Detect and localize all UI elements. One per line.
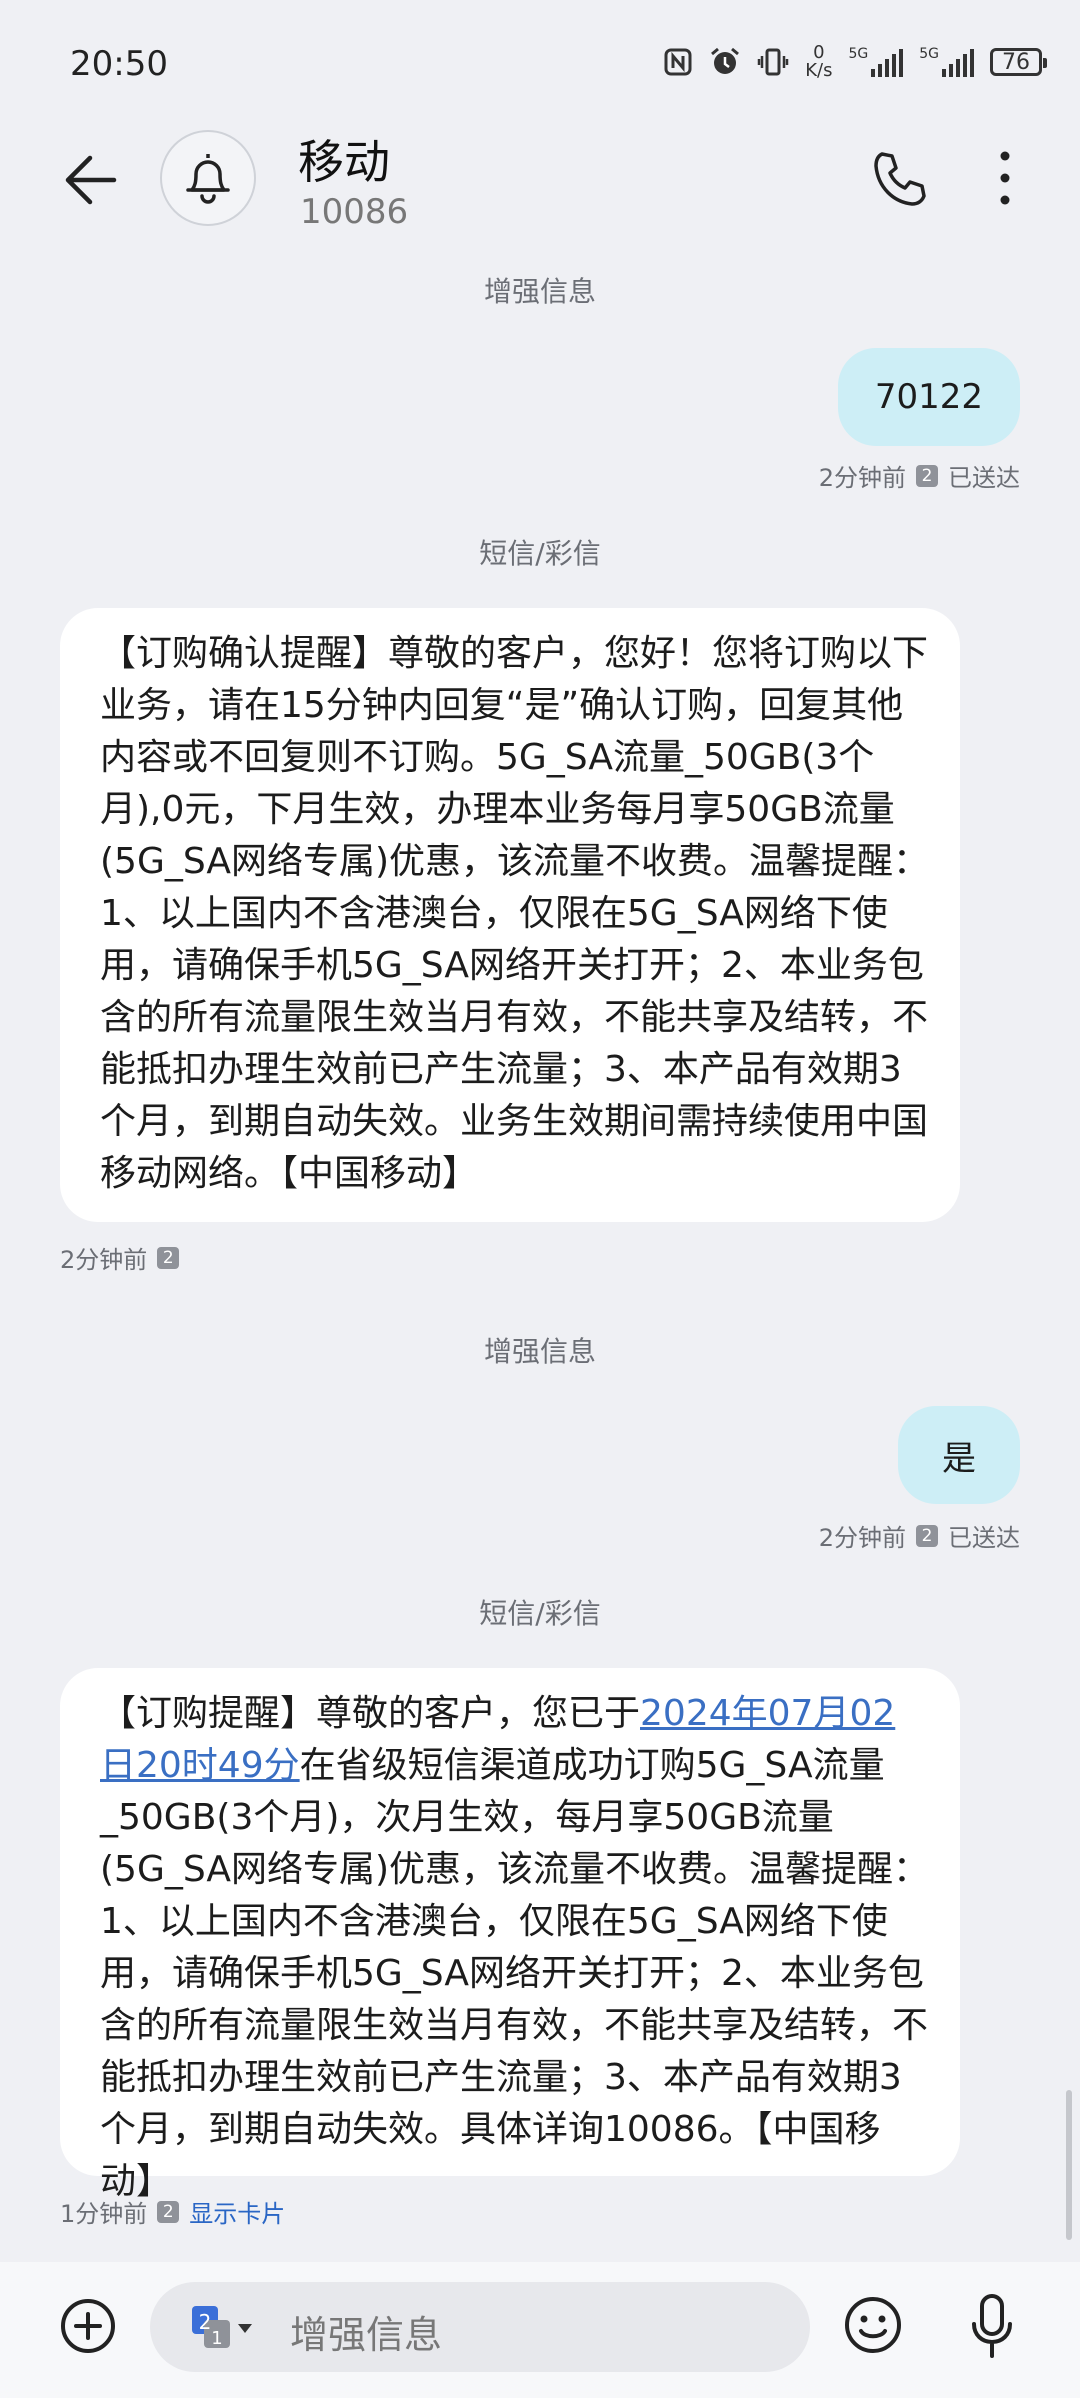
message-meta: 2分钟前 2 已送达 — [819, 458, 1020, 493]
compose-bar: 2 1 增强信息 — [0, 2262, 1080, 2398]
sim-badge: 2 — [916, 464, 938, 487]
chevron-down-icon — [238, 2324, 252, 2333]
show-card-link[interactable]: 显示卡片 — [189, 2194, 285, 2229]
sim-badge: 2 — [157, 2200, 180, 2223]
bell-icon — [186, 154, 230, 204]
outgoing-message[interactable]: 70122 — [838, 348, 1020, 446]
vibrate-icon — [757, 48, 789, 76]
incoming-message[interactable]: 【订购提醒】尊敬的客户，您已于2024年07月02日20时49分在省级短信渠道成… — [60, 1668, 960, 2202]
nfc-icon — [664, 48, 692, 76]
sim-card-icon: 2 1 — [192, 2306, 252, 2349]
message-type-label: 短信/彩信 — [479, 537, 601, 570]
emoji-icon[interactable] — [842, 2294, 904, 2356]
phone-icon[interactable] — [868, 148, 932, 212]
back-arrow-icon[interactable] — [60, 150, 120, 210]
contact-name: 移动 — [298, 135, 390, 189]
status-bar: 20:50 0 K/s 5G 5G 76 — [0, 0, 1080, 120]
message-meta: 2分钟前 2 已送达 — [819, 1518, 1020, 1553]
more-options-icon[interactable] — [990, 146, 1020, 210]
message-meta: 2分钟前 2 — [60, 1240, 180, 1275]
add-icon[interactable] — [58, 2296, 118, 2356]
message-type-label: 增强信息 — [483, 275, 596, 308]
scrollbar[interactable] — [1066, 2090, 1072, 2240]
sim-badge: 2 — [157, 1246, 180, 1269]
input-placeholder: 增强信息 — [290, 2313, 443, 2357]
message-type-label: 增强信息 — [483, 1335, 596, 1368]
microphone-icon[interactable] — [968, 2292, 1016, 2362]
outgoing-message[interactable]: 是 — [898, 1406, 1020, 1504]
battery-icon: 76 — [990, 48, 1047, 76]
status-time: 20:50 — [70, 44, 168, 84]
avatar[interactable] — [160, 130, 256, 226]
signal-sim1-icon: 5G — [848, 47, 904, 77]
message-type-label: 短信/彩信 — [479, 1597, 601, 1630]
message-meta: 1分钟前 2 显示卡片 — [60, 2194, 285, 2229]
signal-sim2-icon: 5G — [919, 47, 974, 77]
conversation-header: 移动 10086 — [0, 120, 1080, 240]
incoming-message[interactable]: 【订购确认提醒】尊敬的客户，您好！您将订购以下业务，请在15分钟内回复“是”确认… — [60, 608, 960, 1222]
delivery-status: 已送达 — [948, 464, 1020, 492]
status-icons: 0 K/s 5G 5G 76 — [663, 42, 1047, 81]
delivery-status: 已送达 — [948, 1524, 1020, 1552]
sim-selector[interactable]: 2 1 — [190, 2304, 264, 2350]
contact-number: 10086 — [300, 192, 409, 232]
sim-badge: 2 — [916, 1524, 938, 1547]
svg-text:1: 1 — [211, 2328, 222, 2349]
message-input[interactable]: 2 1 增强信息 — [150, 2282, 810, 2372]
net-speed: 0 K/s — [805, 42, 833, 81]
svg-text:2: 2 — [199, 2310, 212, 2334]
alarm-icon — [711, 47, 740, 74]
